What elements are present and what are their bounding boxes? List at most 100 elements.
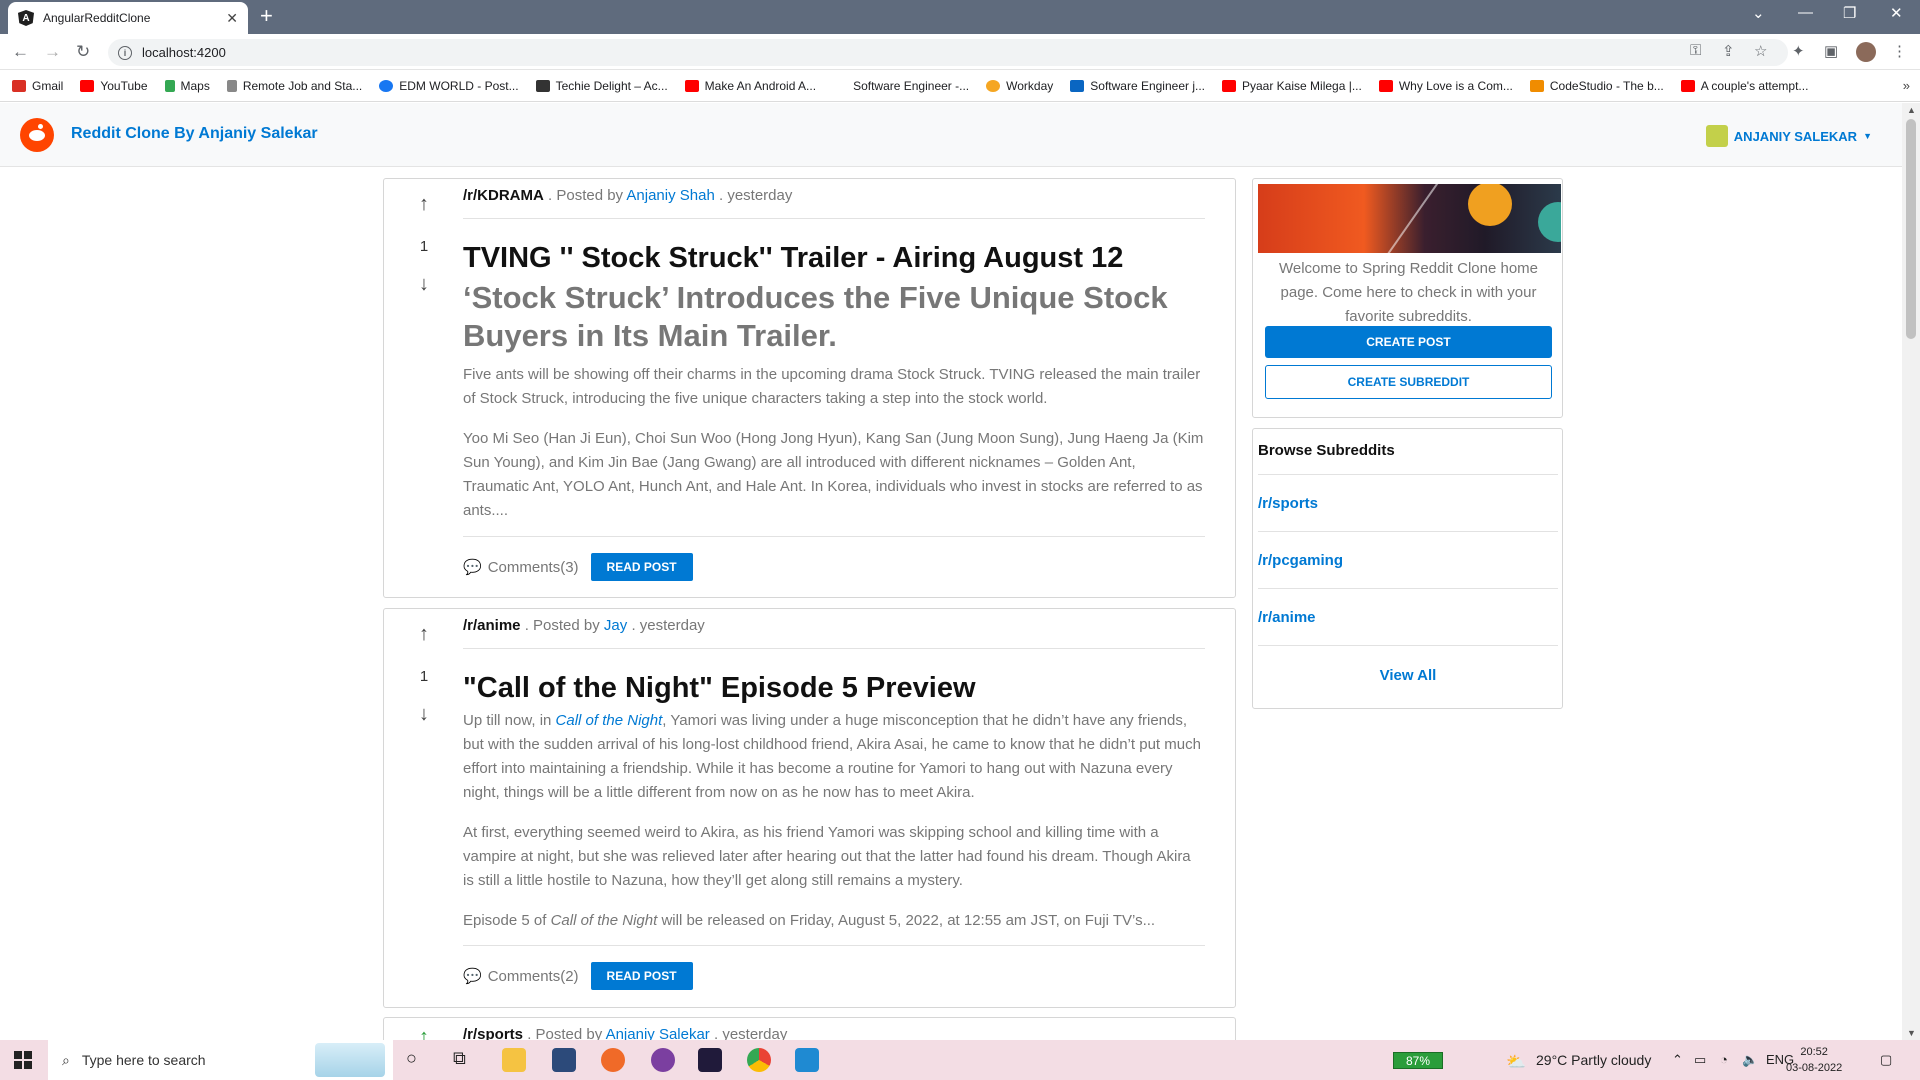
app-icon[interactable] — [552, 1048, 576, 1072]
close-tab-icon[interactable]: ✕ — [226, 10, 238, 27]
bookmark-item[interactable]: Workday — [986, 79, 1053, 93]
post-title[interactable]: "Call of the Night" Episode 5 Preview — [463, 671, 1205, 705]
bookmark-item[interactable]: YouTube — [80, 79, 148, 93]
subreddit-link[interactable]: /r/sports — [1258, 475, 1558, 532]
comments-icon: 💬 — [463, 968, 482, 985]
side-panel-icon[interactable]: ▣ — [1824, 42, 1838, 60]
bookmark-item[interactable]: Pyaar Kaise Milega |... — [1222, 79, 1362, 93]
tray-app-icon[interactable]: ▭ — [1694, 1052, 1706, 1068]
upvote-icon[interactable]: ↑ — [404, 193, 444, 216]
minimize-icon[interactable]: — — [1798, 4, 1813, 21]
author-link[interactable]: Jay — [604, 617, 627, 634]
scroll-up-icon[interactable]: ▲ — [1907, 105, 1916, 115]
youtube-icon — [1680, 79, 1695, 92]
new-tab-icon[interactable]: + — [260, 5, 273, 27]
subreddit-link[interactable]: /r/anime — [1258, 589, 1558, 646]
scroll-down-icon[interactable]: ▼ — [1907, 1028, 1916, 1038]
author-link[interactable]: Anjaniy Salekar — [606, 1026, 710, 1040]
more-bookmarks-icon[interactable]: » — [1903, 78, 1910, 93]
bookmark-item[interactable]: Why Love is a Com... — [1378, 79, 1513, 93]
view-all-link[interactable]: View All — [1258, 655, 1558, 684]
post-footer: 💬 Comments(2) READ POST — [463, 945, 1205, 990]
downvote-icon[interactable]: ↓ — [404, 273, 444, 296]
post-card: ↑ 1 ↓ /r/anime . Posted by Jay . yesterd… — [383, 608, 1236, 1008]
extensions-icon[interactable]: ✦ — [1792, 42, 1805, 60]
task-view-icon[interactable]: ⧉ — [453, 1048, 466, 1069]
bookmark-item[interactable]: Remote Job and Sta... — [226, 79, 362, 93]
notification-icon[interactable]: ▢ — [1880, 1052, 1892, 1068]
chrome-icon[interactable] — [747, 1048, 771, 1072]
browser-tab[interactable]: A AngularRedditClone ✕ — [8, 2, 248, 34]
intellij-icon[interactable] — [698, 1048, 722, 1072]
menu-dots-icon[interactable]: ⋮ — [1892, 42, 1907, 60]
bookmark-item[interactable]: Make An Android A... — [684, 79, 816, 93]
taskbar-search[interactable]: ⌕ Type here to search — [48, 1040, 393, 1080]
subreddit-link[interactable]: /r/KDRAMA — [463, 187, 544, 204]
url-input[interactable]: i localhost:4200 — [108, 39, 1788, 66]
author-link[interactable]: Anjaniy Shah — [626, 187, 714, 204]
post-subtitle: ‘Stock Struck’ Introduces the Five Uniqu… — [463, 280, 1168, 353]
brand-link[interactable]: Reddit Clone By Anjaniy Salekar — [71, 125, 318, 143]
post-paragraph: Up till now, in Call of the Night, Yamor… — [463, 712, 1201, 801]
post-title[interactable]: TVING '' Stock Struck'' Trailer - Airing… — [463, 241, 1205, 275]
read-post-button[interactable]: READ POST — [590, 553, 693, 581]
post-paragraph: Episode 5 of Call of the Night will be r… — [463, 912, 1156, 929]
scrollbar[interactable]: ▲ ▼ — [1902, 103, 1920, 1040]
tab-search-icon[interactable]: ⌄ — [1752, 4, 1765, 22]
upvote-icon[interactable]: ↑ — [404, 1026, 444, 1040]
subreddit-link[interactable]: /r/pcgaming — [1258, 532, 1558, 589]
gmail-icon — [12, 79, 26, 92]
comments-link[interactable]: Comments(3) — [488, 559, 579, 576]
bookmark-item[interactable]: Gmail — [12, 79, 63, 93]
reddit-logo-icon[interactable] — [20, 118, 54, 152]
bookmark-star-icon[interactable]: ☆ — [1754, 42, 1767, 60]
forward-icon[interactable]: → — [44, 42, 61, 62]
postman-icon[interactable] — [601, 1048, 625, 1072]
subreddit-link[interactable]: /r/sports — [463, 1026, 523, 1040]
vote-box: ↑ — [404, 1026, 444, 1040]
scrollbar-thumb[interactable] — [1906, 119, 1916, 339]
bookmark-item[interactable]: A couple's attempt... — [1680, 79, 1808, 93]
back-icon[interactable]: ← — [12, 42, 29, 62]
tray-chevron-icon[interactable]: ⌃ — [1672, 1052, 1683, 1068]
bookmark-item[interactable]: Techie Delight – Ac... — [535, 79, 668, 93]
vscode-icon[interactable] — [795, 1048, 819, 1072]
wifi-icon[interactable]: ◔ — [1720, 1052, 1728, 1067]
close-window-icon[interactable]: ✕ — [1890, 4, 1903, 22]
upvote-icon[interactable]: ↑ — [404, 623, 444, 646]
battery-indicator[interactable]: 87% — [1393, 1052, 1443, 1069]
post-paragraph: At first, everything seemed weird to Aki… — [463, 824, 1191, 889]
read-post-button[interactable]: READ POST — [590, 962, 693, 990]
bookmark-item[interactable]: Software Engineer -... — [833, 79, 969, 93]
post-footer: 💬 Comments(3) READ POST — [463, 536, 1205, 581]
inline-link[interactable]: Call of the Night — [556, 712, 663, 729]
create-subreddit-button[interactable]: CREATE SUBREDDIT — [1265, 365, 1552, 399]
windows-start-icon[interactable] — [14, 1051, 32, 1069]
site-info-icon[interactable]: i — [118, 45, 132, 60]
reload-icon[interactable]: ↻ — [76, 42, 90, 62]
bookmark-item[interactable]: CodeStudio - The b... — [1529, 79, 1664, 93]
codestudio-icon — [1529, 79, 1544, 92]
app-icon[interactable] — [651, 1048, 675, 1072]
clock[interactable]: 20:52 03-08-2022 — [1786, 1044, 1842, 1076]
search-placeholder: Type here to search — [81, 1052, 206, 1068]
file-explorer-icon[interactable] — [502, 1048, 526, 1072]
speaker-icon[interactable]: 🔈 — [1742, 1052, 1758, 1068]
key-icon[interactable]: ⚿ — [1690, 42, 1701, 59]
user-menu[interactable]: ANJANIY SALEKAR ▼ — [1705, 125, 1872, 147]
bookmark-item[interactable]: Software Engineer j... — [1070, 79, 1205, 93]
create-post-button[interactable]: CREATE POST — [1265, 326, 1552, 358]
weather-text[interactable]: 29°C Partly cloudy — [1536, 1052, 1651, 1068]
subreddit-link[interactable]: /r/anime — [463, 617, 521, 634]
post-content: /r/anime . Posted by Jay . yesterday "Ca… — [463, 617, 1205, 990]
share-icon[interactable]: ⇪ — [1722, 42, 1735, 60]
restore-icon[interactable]: ❐ — [1843, 4, 1856, 22]
blank-page-icon — [833, 79, 848, 92]
post-body: ‘Stock Struck’ Introduces the Five Uniqu… — [463, 279, 1205, 523]
bookmark-item[interactable]: Maps — [164, 79, 210, 93]
bookmark-item[interactable]: EDM WORLD - Post... — [379, 79, 519, 93]
downvote-icon[interactable]: ↓ — [404, 703, 444, 726]
profile-avatar-icon[interactable] — [1856, 42, 1876, 62]
cortana-icon[interactable]: ○ — [406, 1048, 417, 1069]
comments-link[interactable]: Comments(2) — [488, 968, 579, 985]
